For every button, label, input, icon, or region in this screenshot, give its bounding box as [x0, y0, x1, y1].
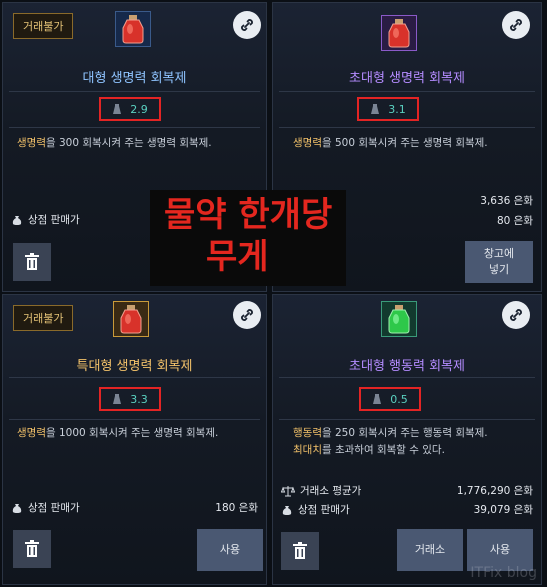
store-warehouse-button[interactable]: 창고에 넣기 — [465, 241, 533, 283]
untradeable-tag: 거래불가 — [13, 13, 74, 39]
item-tooltip-xl-stamina-potion: 초대형 행동력 회복제 0.5 행동력을 250 회복시켜 주는 행동력 회복제… — [272, 294, 542, 585]
market-average-price-row: 거래소 평균가 1,776,290 은화 — [281, 483, 533, 498]
money-bag-icon — [12, 503, 22, 513]
link-icon[interactable] — [233, 301, 261, 329]
weight-annotation-overlay: 물약 한개당 무게 — [150, 190, 347, 286]
item-description: 생명력을 300 회복시켜 주는 생명력 회복제. — [17, 137, 212, 149]
divider — [9, 419, 260, 420]
trash-icon — [293, 542, 307, 559]
delete-button[interactable] — [13, 243, 51, 281]
divider — [9, 91, 260, 92]
item-description: 행동력을 250 회복시켜 주는 행동력 회복제. 최대치를 초과하여 회복할 … — [293, 427, 488, 456]
weight-value: 0.5 — [390, 392, 408, 406]
shop-price-row: 상점 판매가 39,079 은화 — [281, 502, 533, 517]
marketplace-button[interactable]: 거래소 — [397, 529, 463, 571]
red-potion-icon — [115, 11, 151, 47]
item-title: 초대형 생명력 회복제 — [349, 71, 465, 86]
divider — [279, 91, 535, 92]
weight-indicator: 3.3 — [99, 387, 161, 411]
item-title: 초대형 행동력 회복제 — [349, 359, 465, 374]
weight-value: 2.9 — [130, 102, 148, 116]
weight-value: 3.1 — [388, 102, 406, 116]
trash-icon — [25, 253, 39, 270]
weight-icon — [113, 104, 122, 114]
delete-button[interactable] — [13, 530, 51, 568]
weight-value: 3.3 — [130, 392, 148, 406]
divider — [279, 127, 535, 128]
link-icon[interactable] — [502, 301, 530, 329]
shop-price-row: 상점 판매가 180 은화 — [11, 500, 258, 515]
item-title: 특대형 생명력 회복제 — [76, 359, 193, 374]
item-description: 생명력을 1000 회복시켜 주는 생명력 회복제. — [17, 427, 219, 439]
weight-indicator: 2.9 — [99, 97, 161, 121]
green-potion-icon — [381, 301, 417, 337]
weight-indicator: 0.5 — [359, 387, 421, 411]
watermark: ITFix blog — [470, 565, 537, 581]
divider — [279, 377, 535, 378]
divider — [9, 127, 260, 128]
item-tooltip-xxl-hp-potion: 거래불가 특대형 생명력 회복제 3.3 생명력을 1000 회복시켜 주는 생… — [2, 294, 267, 585]
use-button[interactable]: 사용 — [197, 529, 263, 571]
delete-button[interactable] — [281, 532, 319, 570]
divider — [9, 377, 260, 378]
weight-indicator: 3.1 — [357, 97, 419, 121]
weight-icon — [373, 394, 382, 404]
overlay-line-1: 물약 한개당 — [164, 195, 333, 235]
weight-icon — [371, 104, 380, 114]
link-icon[interactable] — [233, 11, 261, 39]
money-bag-icon — [282, 505, 292, 515]
item-description: 생명력을 500 회복시켜 주는 생명력 회복제. — [293, 137, 488, 149]
money-bag-icon — [12, 215, 22, 225]
item-title: 대형 생명력 회복제 — [82, 71, 187, 86]
divider — [279, 419, 535, 420]
trash-icon — [25, 540, 39, 557]
untradeable-tag: 거래불가 — [13, 305, 74, 331]
weight-icon — [113, 394, 122, 404]
scale-icon — [281, 485, 295, 496]
red-potion-icon — [113, 301, 149, 337]
link-icon[interactable] — [502, 11, 530, 39]
red-potion-icon — [381, 15, 417, 51]
overlay-line-2: 무게 — [206, 237, 269, 277]
